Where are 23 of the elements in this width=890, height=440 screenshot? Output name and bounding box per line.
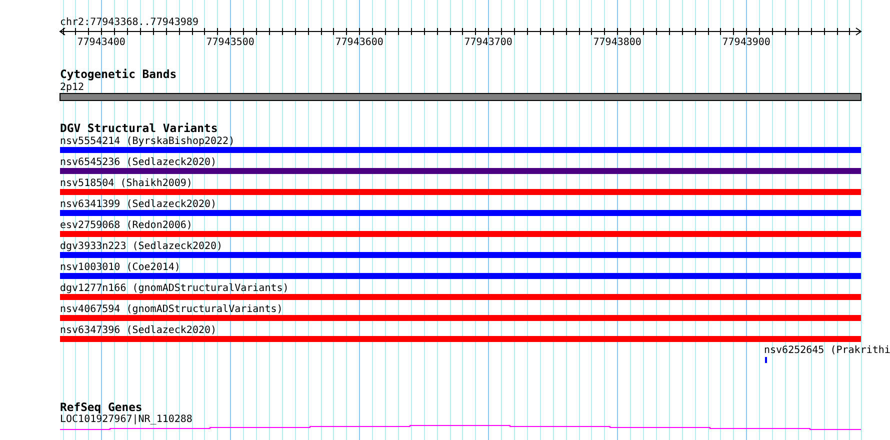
tick-label: 77943600 <box>335 37 384 48</box>
variant-label: nsv518504 (Shaikh2009) <box>60 178 192 189</box>
variant-label: dgv1277n166 (gnomADStructuralVariants) <box>60 283 289 294</box>
band-label: 2p12 <box>60 82 84 93</box>
variant-label: nsv4067594 (gnomADStructuralVariants) <box>60 304 283 315</box>
variant-label: esv2759068 (Redon2006) <box>60 220 192 231</box>
variant-label: dgv3933n223 (Sedlazeck2020) <box>60 241 223 252</box>
variant-label: nsv5554214 (ByrskaBishop2022) <box>60 136 235 147</box>
variant-label: nsv6341399 (Sedlazeck2020) <box>60 199 217 210</box>
tick-label: 77943900 <box>722 37 770 48</box>
track-title: DGV Structural Variants <box>60 121 218 135</box>
tick-label: 77943400 <box>77 37 126 48</box>
track-title: Cytogenetic Bands <box>60 67 177 81</box>
variant-label: nsv6545236 (Sedlazeck2020) <box>60 157 217 168</box>
location-label: chr2:77943368..77943989 <box>60 17 198 28</box>
tick-label: 77943700 <box>464 37 512 48</box>
track-title: RefSeq Genes <box>60 400 142 414</box>
tick-label: 77943800 <box>593 37 642 48</box>
variant-label: nsv6347396 (Sedlazeck2020) <box>60 325 217 336</box>
tick-label: 77943500 <box>206 37 254 48</box>
variant-label: nsv1003010 (Coe2014) <box>60 262 180 273</box>
variant-label: nsv6252645 (Prakrithi <box>764 345 890 356</box>
gene-label: LOC101927967|NR_110288 <box>60 414 192 425</box>
